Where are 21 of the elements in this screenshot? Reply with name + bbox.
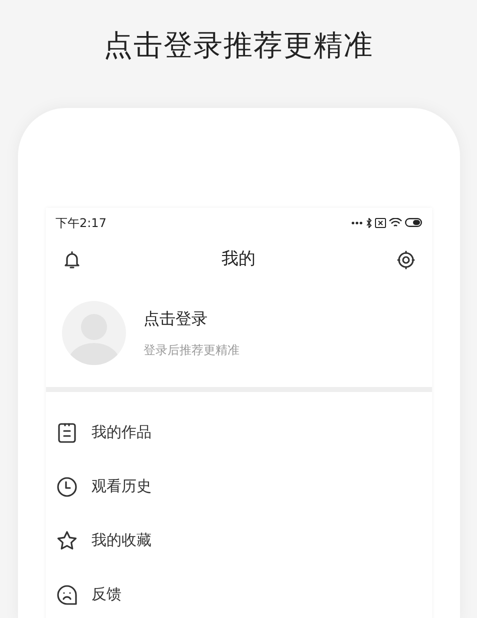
login-hint: 登录后推荐更精准	[144, 342, 240, 358]
sim-card-icon	[374, 218, 386, 228]
notification-bell-icon[interactable]	[62, 250, 82, 270]
login-profile[interactable]: 点击登录 登录后推荐更精准	[46, 300, 432, 366]
bluetooth-icon	[366, 218, 372, 228]
settings-icon[interactable]	[396, 250, 416, 270]
menu-item[interactable]: 观看历史	[46, 460, 432, 514]
sad-face-icon	[56, 584, 78, 606]
page-title: 我的	[222, 248, 256, 271]
star-icon	[56, 530, 78, 552]
wifi-icon	[388, 218, 402, 227]
menu-item[interactable]: 反馈	[46, 568, 432, 618]
battery-icon	[404, 218, 422, 227]
login-prompt: 点击登录	[144, 308, 208, 330]
document-icon	[56, 422, 78, 444]
status-time: 下午2:17	[56, 214, 106, 232]
clock-icon	[56, 476, 78, 498]
headline: 点击登录推荐更精准	[104, 27, 374, 64]
menu-item[interactable]: 我的作品	[46, 406, 432, 460]
menu-item[interactable]: 我的收藏	[46, 514, 432, 568]
more-dots-icon	[350, 220, 362, 224]
